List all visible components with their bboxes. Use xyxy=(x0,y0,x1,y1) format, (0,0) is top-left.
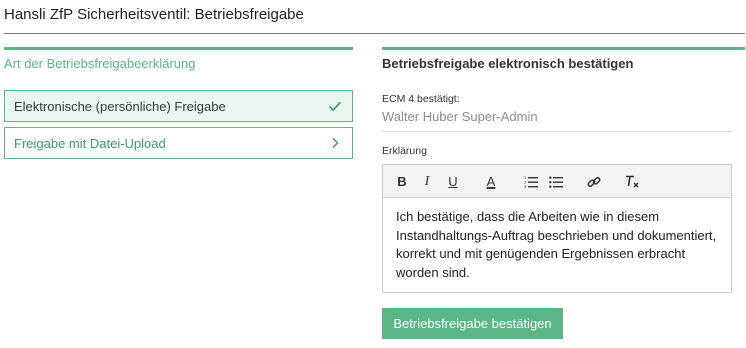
chevron-right-icon xyxy=(328,136,342,150)
left-accent-bar xyxy=(4,47,353,50)
option-electronic-freigabe[interactable]: Elektronische (persönliche) Freigabe xyxy=(4,90,353,122)
erklaerung-label: Erklärung xyxy=(382,145,427,157)
clear-format-icon[interactable] xyxy=(623,173,641,191)
ordered-list-icon[interactable]: 1 2 3 xyxy=(522,173,540,191)
underline-icon[interactable]: U xyxy=(444,173,462,191)
bold-icon[interactable]: B xyxy=(393,173,411,191)
ecm-confirmed-label: ECM 4 bestätigt: xyxy=(382,93,460,105)
option-upload-freigabe[interactable]: Freigabe mit Datei-Upload xyxy=(4,127,353,159)
erklaerung-text[interactable]: Ich bestätige, dass die Arbeiten wie in … xyxy=(383,198,731,282)
editor-toolbar: B I U A 1 2 3 xyxy=(383,165,731,198)
confirm-heading: Betriebsfreigabe elektronisch bestätigen xyxy=(382,56,634,71)
svg-text:3: 3 xyxy=(524,184,527,188)
page-title: Hansli ZfP Sicherheitsventil: Betriebsfr… xyxy=(4,6,304,23)
link-icon[interactable] xyxy=(585,173,603,191)
option-label: Elektronische (persönliche) Freigabe xyxy=(14,99,226,114)
erklaerung-editor: B I U A 1 2 3 Ich bestätige, dass die Ar… xyxy=(382,164,732,293)
check-icon xyxy=(328,99,342,113)
ecm-underline xyxy=(382,131,731,132)
title-divider xyxy=(4,33,745,34)
freigabe-type-heading: Art der Betriebsfreigabeerklärung xyxy=(4,56,196,71)
ecm-confirmed-value: Walter Huber Super-Admin xyxy=(382,109,538,124)
font-color-icon[interactable]: A xyxy=(482,173,500,191)
freigabe-type-panel: Art der Betriebsfreigabeerklärung Elektr… xyxy=(4,47,353,159)
option-label: Freigabe mit Datei-Upload xyxy=(14,136,166,151)
italic-icon[interactable]: I xyxy=(418,173,436,191)
right-accent-bar xyxy=(382,47,745,50)
electronic-confirm-panel: Betriebsfreigabe elektronisch bestätigen… xyxy=(382,47,745,339)
bullet-list-icon[interactable] xyxy=(547,173,565,191)
confirm-freigabe-button[interactable]: Betriebsfreigabe bestätigen xyxy=(382,308,563,339)
